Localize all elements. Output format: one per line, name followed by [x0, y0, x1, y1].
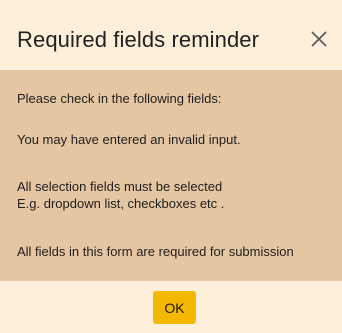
- invalid-input-text: You may have entered an invalid input.: [17, 132, 241, 147]
- dialog-title: Required fields reminder: [17, 27, 260, 52]
- dialog-body: Please check in the following fields: Yo…: [0, 70, 342, 281]
- dialog-footer: OK: [0, 281, 342, 333]
- intro-text: Please check in the following fields:: [17, 91, 222, 106]
- ok-button[interactable]: OK: [153, 291, 196, 324]
- required-fields-dialog: Required fields reminder Please check in…: [0, 0, 342, 333]
- all-required-text: All fields in this form are required for…: [17, 244, 294, 259]
- selection-required-text: All selection fields must be selected: [17, 179, 223, 194]
- close-button[interactable]: [308, 28, 330, 50]
- selection-example-text: E.g. dropdown list, checkboxes etc .: [17, 196, 225, 211]
- close-icon: [311, 31, 327, 47]
